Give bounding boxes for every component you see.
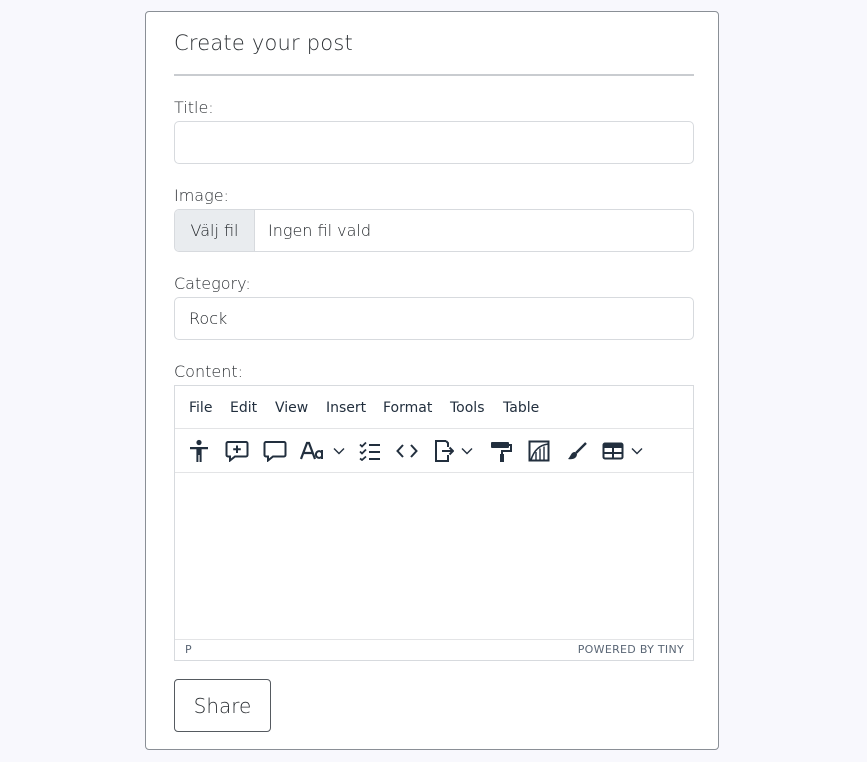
menu-table[interactable]: Table [503, 386, 539, 430]
choose-file-button[interactable]: Välj fil [175, 210, 255, 251]
editor-toolbar [175, 429, 693, 473]
category-selected-value: Rock [189, 309, 228, 328]
page-title: Create your post [174, 31, 353, 55]
powered-by-link[interactable]: POWERED BY TINY [578, 643, 684, 656]
menu-file[interactable]: File [189, 386, 212, 430]
editor-statusbar: P POWERED BY TINY [175, 639, 693, 660]
font-family-icon[interactable] [299, 436, 325, 466]
menu-edit[interactable]: Edit [230, 386, 257, 430]
chevron-down-icon[interactable] [333, 436, 345, 466]
accessibility-icon[interactable] [186, 436, 212, 466]
file-status-text: Ingen fil vald [268, 221, 372, 240]
image-edit-icon[interactable] [527, 436, 551, 466]
menu-format[interactable]: Format [383, 386, 432, 430]
image-file-input[interactable]: Välj fil Ingen fil vald [174, 209, 694, 252]
rich-text-editor: File Edit View Insert Format Tools Table [174, 385, 694, 661]
add-comment-icon[interactable] [224, 436, 250, 466]
format-painter-icon[interactable] [489, 436, 513, 466]
checklist-icon[interactable] [358, 436, 382, 466]
divider [174, 74, 694, 76]
menu-view[interactable]: View [275, 386, 308, 430]
brush-icon[interactable] [565, 436, 589, 466]
export-icon[interactable] [433, 436, 455, 466]
content-label: Content: [174, 362, 244, 381]
editor-content-area[interactable] [175, 473, 693, 639]
element-path[interactable]: P [185, 643, 192, 656]
editor-menubar: File Edit View Insert Format Tools Table [175, 386, 693, 429]
category-select[interactable]: Rock [174, 297, 694, 340]
create-post-card: Create your post Title: Image: Välj fil … [145, 11, 719, 750]
chevron-down-icon[interactable] [461, 436, 473, 466]
title-label: Title: [174, 98, 214, 117]
code-icon[interactable] [395, 436, 419, 466]
category-label: Category: [174, 274, 251, 293]
chevron-down-icon[interactable] [631, 436, 643, 466]
image-label: Image: [174, 186, 229, 205]
share-button[interactable]: Share [174, 679, 271, 732]
menu-insert[interactable]: Insert [326, 386, 366, 430]
comment-icon[interactable] [262, 436, 288, 466]
title-input[interactable] [174, 121, 694, 164]
table-icon[interactable] [601, 436, 625, 466]
menu-tools[interactable]: Tools [450, 386, 485, 430]
